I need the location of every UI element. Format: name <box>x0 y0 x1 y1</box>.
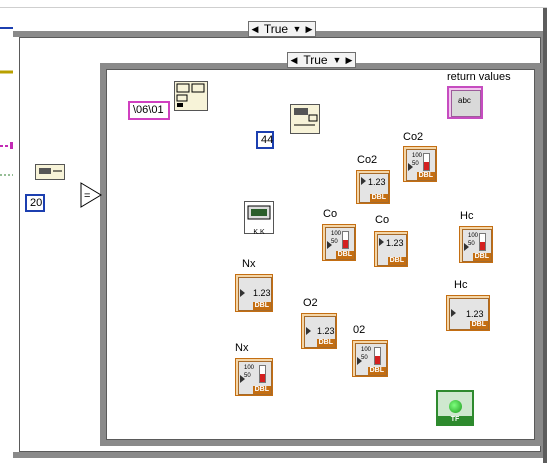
diagram-top-strip <box>0 0 547 8</box>
selector-dropdown-icon[interactable]: ▼ <box>331 53 343 67</box>
equal-comparison-icon[interactable]: = <box>80 182 102 208</box>
hc-thermometer-label: Hc <box>460 210 474 222</box>
outer-case-label: True <box>263 22 289 36</box>
numeric-constant-20[interactable]: 20 <box>25 194 45 212</box>
co-numeric-label: Co <box>375 214 390 226</box>
outer-case-selector[interactable]: ◀ True ▼ ▶ <box>248 21 316 37</box>
kk-subvi-caption: K.K <box>253 229 265 236</box>
string-split-icon <box>294 108 318 126</box>
string-subset-icon <box>176 83 205 107</box>
boolean-led-indicator[interactable]: TF <box>436 390 474 426</box>
co-numeric-indicator[interactable]: 1.23 DBL <box>374 231 408 267</box>
hc-numeric-label: Hc <box>454 279 468 291</box>
nx-thermometer-label: Nx <box>235 342 249 354</box>
co2-thermometer-bar <box>423 153 430 171</box>
selector-dropdown-icon[interactable]: ▼ <box>291 22 303 36</box>
co2-thermometer-indicator[interactable]: 100 50 DBL <box>403 146 437 182</box>
indicator-arrow-icon <box>361 177 366 185</box>
numeric-constant-44[interactable]: 44 <box>256 131 274 149</box>
o2-thermometer-label: 02 <box>353 324 366 336</box>
kk-subvi[interactable]: K.K <box>244 201 274 236</box>
indicator-arrow-icon <box>240 289 245 297</box>
o2-numeric-indicator[interactable]: 1.23 DBL <box>301 313 337 349</box>
indicator-arrow-icon <box>306 327 311 335</box>
bool-type-tag: TF <box>438 416 472 424</box>
return-values-label: return values <box>447 71 511 83</box>
indicator-arrow-icon <box>379 238 384 246</box>
diagram-right-edge <box>543 0 547 463</box>
string-length-node[interactable] <box>35 164 65 180</box>
kk-subvi-icon <box>247 205 271 220</box>
co-thermometer-bar <box>342 231 349 249</box>
nx-numeric-label: Nx <box>242 258 256 270</box>
inner-case-selector[interactable]: ◀ True ▼ ▶ <box>287 52 356 68</box>
selector-right-arrow-icon[interactable]: ▶ <box>303 22 315 36</box>
hc-thermometer-indicator[interactable]: 100 50 DBL <box>459 226 493 263</box>
nx-thermometer-bar <box>259 365 266 383</box>
svg-text:=: = <box>84 190 90 202</box>
string-type-tag: abc <box>458 96 471 105</box>
return-values-indicator[interactable]: abc <box>447 86 483 119</box>
string-length-icon <box>39 168 62 174</box>
co-thermometer-label: Co <box>323 208 338 220</box>
co2-thermometer-label: Co2 <box>403 131 424 143</box>
o2-numeric-label: O2 <box>303 297 318 309</box>
nx-numeric-indicator[interactable]: 1.23 DBL <box>235 274 273 312</box>
co2-numeric-label: Co2 <box>357 154 378 166</box>
selector-left-arrow-icon[interactable]: ◀ <box>249 22 261 36</box>
hc-numeric-indicator[interactable]: 1.23 DBL <box>446 295 490 331</box>
nx-thermometer-indicator[interactable]: 100 50 DBL <box>235 358 273 396</box>
led-icon <box>449 400 462 413</box>
hc-thermometer-bar <box>479 233 486 251</box>
selector-right-arrow-icon[interactable]: ▶ <box>343 53 355 67</box>
string-split-node[interactable] <box>290 104 320 134</box>
selector-left-arrow-icon[interactable]: ◀ <box>288 53 300 67</box>
indicator-arrow-icon <box>451 309 456 317</box>
co2-numeric-indicator[interactable]: 1.23 DBL <box>356 170 390 204</box>
string-constant[interactable]: \06\01 <box>128 101 170 120</box>
o2-thermometer-bar <box>374 347 381 365</box>
co-thermometer-indicator[interactable]: 100 50 DBL <box>322 224 356 261</box>
string-subset-node[interactable] <box>174 81 208 111</box>
o2-thermometer-indicator[interactable]: 100 50 DBL <box>352 340 388 377</box>
inner-case-label: True <box>303 53 328 67</box>
